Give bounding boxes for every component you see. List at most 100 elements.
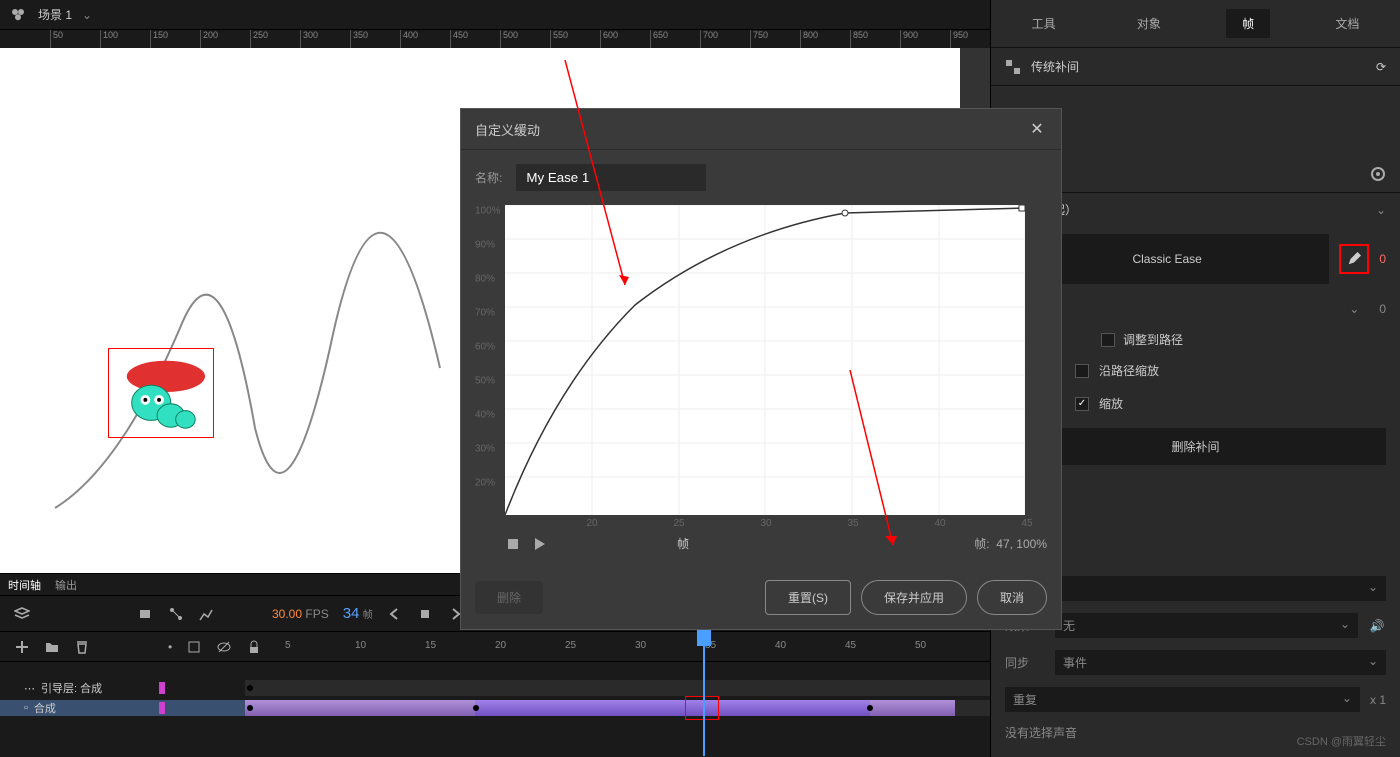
ruler-tick: 800 [800, 30, 818, 48]
keyframe-nav-icon[interactable] [417, 606, 433, 622]
app-logo-icon [8, 5, 28, 25]
y-axis-tick: 80% [475, 274, 495, 285]
new-layer-icon[interactable] [14, 639, 30, 655]
scene-name[interactable]: 场景 1 [38, 6, 72, 23]
timeline-tick: 25 [565, 640, 576, 651]
tween-span-3[interactable] [870, 700, 955, 716]
layer-track[interactable] [245, 700, 990, 716]
y-axis-tick: 70% [475, 308, 495, 319]
x-axis-tick: 25 [673, 518, 684, 529]
tab-object[interactable]: 对象 [1121, 9, 1177, 38]
repeat-label: 重复 [1013, 691, 1037, 708]
ease-value[interactable]: 0 [1379, 252, 1386, 266]
fps-unit: FPS [305, 607, 328, 621]
timeline-tick: 30 [635, 640, 646, 651]
frame-info-value: 47, 100% [996, 537, 1047, 551]
adjust-to-path-checkbox[interactable] [1101, 333, 1115, 347]
close-button[interactable]: ✕ [1027, 119, 1047, 139]
fps-value[interactable]: 30.00 [272, 607, 302, 621]
timeline-ruler[interactable]: 1s 5101520253035404550 [245, 632, 990, 662]
tween-type-label: 传统补间 [1031, 58, 1366, 75]
ruler-tick: 250 [250, 30, 268, 48]
y-axis-tick: 40% [475, 410, 495, 421]
guide-layer-icon: ⋯ [24, 682, 35, 695]
tween-section-header[interactable]: 传统补间 ⟳ [991, 48, 1400, 86]
outline-icon[interactable] [186, 639, 202, 655]
no-sound-label: 没有选择声音 [1005, 724, 1077, 741]
keyframe[interactable] [473, 705, 479, 711]
scale-along-path-label: 沿路径缩放 [1099, 362, 1159, 379]
tab-tools[interactable]: 工具 [1016, 9, 1072, 38]
symbol-layer-icon: ▫ [24, 702, 28, 714]
ruler-tick: 100 [100, 30, 118, 48]
chevron-down-icon[interactable]: ⌄ [1349, 302, 1359, 316]
new-folder-icon[interactable] [44, 639, 60, 655]
layers-icon[interactable] [14, 606, 30, 622]
parent-icon[interactable] [168, 606, 184, 622]
ruler-tick: 550 [550, 30, 568, 48]
expand-icon[interactable]: ⟳ [1376, 60, 1386, 74]
custom-ease-dialog: 自定义缓动 ✕ 名称: 100%90%80%70%60%50%40%30%20%… [460, 108, 1062, 630]
sound-none-dropdown[interactable]: 无⌄ [1005, 576, 1386, 601]
camera-icon[interactable] [138, 606, 154, 622]
frame-axis-label: 帧 [677, 535, 689, 552]
scene-dropdown-icon[interactable]: ⌄ [82, 8, 92, 22]
tween-span-1[interactable] [245, 700, 475, 716]
keyframe[interactable] [247, 685, 253, 691]
current-frame[interactable]: 34 [343, 605, 360, 622]
layer-row-guide[interactable]: ⋯ 引导层: 合成 [0, 678, 990, 698]
symbol-instance[interactable] [108, 348, 214, 438]
keyframe[interactable] [867, 705, 873, 711]
layer-name[interactable]: 引导层: 合成 [41, 680, 102, 696]
x-axis-tick: 40 [934, 518, 945, 529]
x-axis-tick: 20 [586, 518, 597, 529]
name-label: 名称: [475, 169, 502, 186]
end-handle[interactable] [1019, 205, 1025, 211]
gear-icon[interactable] [1370, 166, 1386, 182]
save-apply-button[interactable]: 保存并应用 [861, 580, 967, 615]
stop-icon[interactable] [505, 536, 521, 552]
layer-color-swatch [159, 702, 165, 714]
graph-icon[interactable] [198, 606, 214, 622]
ruler-tick: 50 [50, 30, 63, 48]
tab-frame[interactable]: 帧 [1226, 9, 1270, 38]
sync-dropdown[interactable]: 事件⌄ [1055, 650, 1386, 675]
edit-ease-button[interactable] [1339, 244, 1369, 274]
y-axis-tick: 30% [475, 444, 495, 455]
reset-button[interactable]: 重置(S) [765, 580, 851, 615]
visibility-icon[interactable] [216, 639, 232, 655]
scale-checkbox[interactable] [1075, 397, 1089, 411]
effect-dropdown[interactable]: 无⌄ [1055, 613, 1358, 638]
layer-track[interactable] [245, 680, 990, 696]
timeline-tick: 20 [495, 640, 506, 651]
speaker-icon[interactable]: 🔊 [1368, 617, 1386, 635]
rotate-value[interactable]: 0 [1379, 302, 1386, 316]
prev-icon[interactable] [387, 606, 403, 622]
keyframe[interactable] [247, 705, 253, 711]
layer-name[interactable]: 合成 [34, 700, 56, 716]
scale-along-path-checkbox[interactable] [1075, 364, 1089, 378]
sync-label: 同步 [1005, 654, 1045, 671]
repeat-dropdown[interactable]: 重复⌄ [1005, 687, 1360, 712]
delete-layer-icon[interactable] [74, 639, 90, 655]
play-icon[interactable] [531, 536, 547, 552]
delete-button[interactable]: 删除 [475, 581, 543, 614]
tab-document[interactable]: 文档 [1319, 9, 1375, 38]
ease-name-input[interactable] [516, 164, 706, 191]
tween-icon [1005, 59, 1021, 75]
layer-row-symbol[interactable]: ▫ 合成 [0, 698, 990, 718]
control-handle[interactable] [842, 210, 848, 216]
cancel-button[interactable]: 取消 [977, 580, 1047, 615]
ease-graph[interactable]: 100%90%80%70%60%50%40%30%20% 20253035404… [505, 205, 1025, 515]
delete-tween-button[interactable]: 删除补间 [1005, 428, 1386, 465]
tab-timeline[interactable]: 时间轴 [8, 577, 41, 593]
tween-span-2[interactable] [475, 700, 870, 716]
tab-output[interactable]: 输出 [55, 577, 77, 593]
chevron-down-icon[interactable]: ⌄ [1376, 203, 1386, 217]
playhead[interactable] [697, 626, 711, 756]
adjust-to-path-label: 调整到路径 [1123, 331, 1183, 348]
dialog-title: 自定义缓动 [475, 120, 1027, 139]
ruler-tick: 150 [150, 30, 168, 48]
timeline-tick: 50 [915, 640, 926, 651]
y-axis-tick: 60% [475, 342, 495, 353]
